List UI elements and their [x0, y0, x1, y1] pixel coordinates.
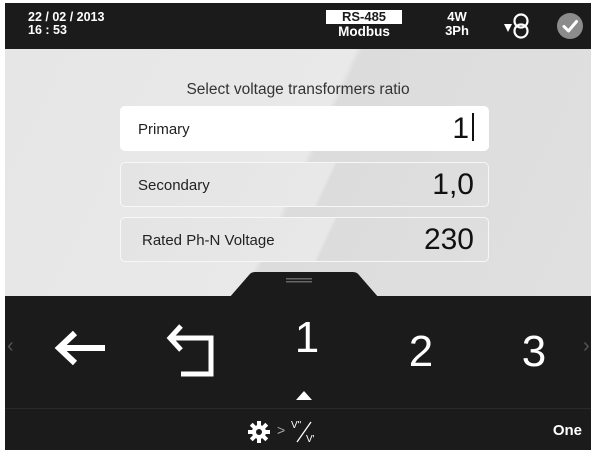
return-arrow-icon[interactable] — [165, 322, 221, 378]
chevron-left-icon[interactable]: ‹ — [7, 336, 14, 356]
breadcrumb-separator: > — [277, 422, 286, 438]
triangle-up-icon — [296, 391, 312, 400]
key-2[interactable]: 2 — [401, 330, 441, 374]
keypad-drag-handle[interactable] — [229, 272, 379, 298]
check-circle-icon[interactable] — [557, 13, 583, 39]
text-cursor — [472, 113, 474, 141]
chevron-right-icon[interactable]: › — [583, 336, 590, 356]
wiring-indicator: 4W 3Ph — [437, 10, 477, 38]
rated-voltage-field[interactable]: Rated Ph-N Voltage 230 — [120, 217, 489, 262]
settings-panel: Select voltage transformers ratio Primar… — [5, 49, 591, 296]
protocol-indicator: RS-485 Modbus — [321, 10, 407, 39]
svg-text:V': V' — [306, 434, 315, 445]
gear-icon[interactable] — [248, 421, 270, 443]
time-text: 16 : 53 — [28, 23, 67, 37]
key-1[interactable]: 1 — [287, 316, 327, 360]
wiring-bottom-label: 3Ph — [445, 23, 469, 38]
primary-label: Primary — [138, 121, 190, 138]
primary-value: 1 — [452, 112, 474, 146]
footer-bar: > V" V' One — [5, 408, 591, 450]
secondary-label: Secondary — [138, 177, 210, 194]
primary-field[interactable]: Primary 1 — [120, 106, 489, 151]
voltage-ratio-icon[interactable]: V" V' — [289, 417, 321, 445]
status-bar: 22 / 02 / 2013 16 : 53 RS-485 Modbus 4W … — [5, 3, 591, 49]
primary-value-text: 1 — [452, 112, 469, 145]
device-screen: 22 / 02 / 2013 16 : 53 RS-485 Modbus 4W … — [5, 3, 591, 450]
svg-text:V": V" — [291, 420, 302, 431]
mode-label[interactable]: One — [553, 422, 582, 439]
rated-voltage-value: 230 — [423, 223, 474, 256]
secondary-value: 1,0 — [432, 168, 474, 201]
protocol-bottom-label: Modbus — [338, 24, 390, 39]
transformer-icon — [504, 13, 529, 39]
page-title: Select voltage transformers ratio — [186, 81, 410, 98]
arrow-left-icon[interactable] — [53, 330, 109, 366]
date-time: 22 / 02 / 2013 16 : 53 — [28, 11, 104, 37]
wiring-top-label: 4W — [447, 9, 467, 24]
keypad: ‹ 1 2 3 › — [5, 296, 591, 408]
protocol-top-label: RS-485 — [326, 10, 402, 24]
secondary-field[interactable]: Secondary 1,0 — [120, 162, 489, 207]
rated-voltage-label: Rated Ph-N Voltage — [142, 232, 275, 249]
key-3[interactable]: 3 — [514, 330, 554, 374]
